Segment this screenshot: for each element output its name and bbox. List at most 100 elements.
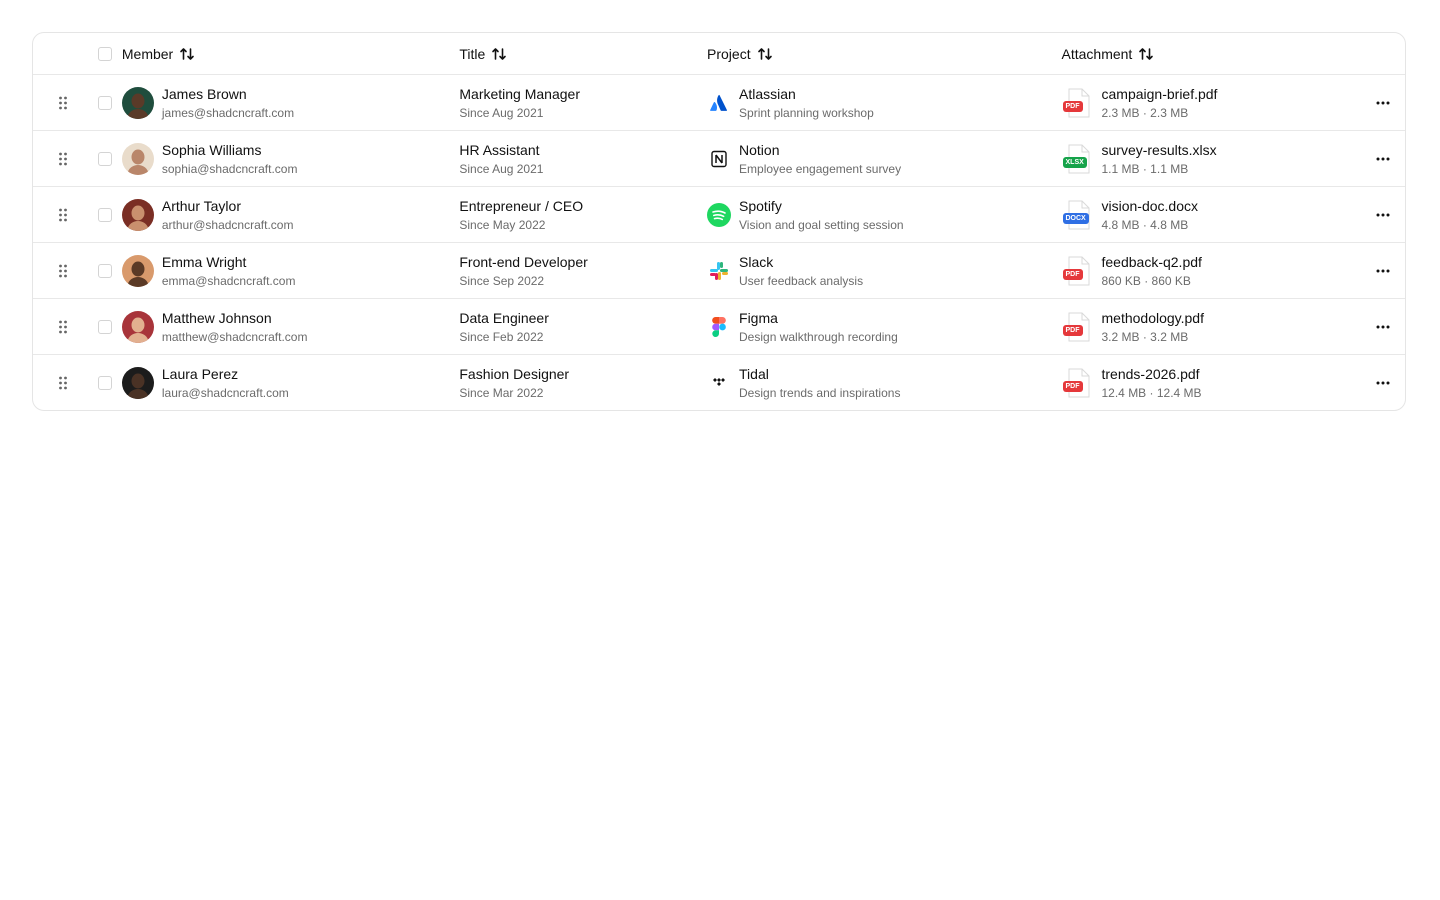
drag-cell <box>33 263 89 279</box>
project-cell: Figma Design walkthrough recording <box>707 309 1061 345</box>
member-cell: Arthur Taylor arthur@shadcncraft.com <box>121 197 460 233</box>
row-checkbox[interactable] <box>97 263 112 278</box>
file-name[interactable]: vision-doc.docx <box>1102 197 1199 215</box>
row-checkbox[interactable] <box>97 375 112 390</box>
member-cell: Matthew Johnson matthew@shadcncraft.com <box>121 309 460 345</box>
project-name: Notion <box>739 141 780 158</box>
job-title: Fashion Designer <box>459 365 570 382</box>
table-row: Arthur Taylor arthur@shadcncraft.com Ent… <box>33 186 1405 242</box>
more-options-icon[interactable] <box>1375 319 1391 335</box>
job-title: Front-end Developer <box>459 253 588 270</box>
file-size: 12.4 MB · 12.4 MB <box>1101 385 1202 400</box>
job-title: Data Engineer <box>459 309 549 326</box>
file-name[interactable]: methodology.pdf <box>1102 309 1204 327</box>
pdf-file-icon: PDF <box>1062 367 1094 399</box>
project-cell: Slack User feedback analysis <box>707 253 1061 289</box>
file-type-badge: PDF <box>1062 100 1083 112</box>
row-select-cell <box>89 375 121 390</box>
project-description: Employee engagement survey <box>739 161 902 176</box>
row-select-cell <box>89 95 121 110</box>
drag-handle-icon[interactable] <box>58 263 68 279</box>
file-size: 3.2 MB · 3.2 MB <box>1101 329 1189 344</box>
attachment-cell: PDF methodology.pdf 3.2 MB · 3.2 MB <box>1062 309 1362 345</box>
project-header-label: Project <box>707 45 751 62</box>
attachment-cell: DOCX vision-doc.docx 4.8 MB · 4.8 MB <box>1062 197 1362 233</box>
title-cell: Fashion Designer Since Mar 2022 <box>459 365 707 401</box>
row-checkbox[interactable] <box>97 207 112 222</box>
project-description: Design trends and inspirations <box>739 385 901 400</box>
member-email: james@shadcncraft.com <box>161 105 295 120</box>
project-cell: Spotify Vision and goal setting session <box>707 197 1061 233</box>
sort-icon[interactable] <box>757 46 773 62</box>
more-options-icon[interactable] <box>1375 375 1391 391</box>
more-options-icon[interactable] <box>1375 95 1391 111</box>
drag-handle-icon[interactable] <box>58 375 68 391</box>
project-name: Slack <box>739 253 774 270</box>
docx-file-icon: DOCX <box>1062 199 1094 231</box>
file-name[interactable]: trends-2026.pdf <box>1102 365 1202 383</box>
table-row: Matthew Johnson matthew@shadcncraft.com … <box>33 298 1405 354</box>
member-name: Arthur Taylor <box>161 197 241 214</box>
row-select-cell <box>89 207 121 222</box>
select-all-checkbox[interactable] <box>97 46 112 61</box>
member-column-header[interactable]: Member <box>121 46 460 62</box>
title-cell: Front-end Developer Since Sep 2022 <box>459 253 707 289</box>
title-cell: Entrepreneur / CEO Since May 2022 <box>459 197 707 233</box>
atlassian-logo-icon <box>707 91 731 115</box>
drag-handle-icon[interactable] <box>58 151 68 167</box>
member-since: Since Feb 2022 <box>459 329 544 344</box>
row-select-cell <box>89 151 121 166</box>
member-cell: Laura Perez laura@shadcncraft.com <box>121 365 460 401</box>
member-name: James Brown <box>161 85 247 102</box>
table-row: Sophia Williams sophia@shadcncraft.com H… <box>33 130 1405 186</box>
member-cell: James Brown james@shadcncraft.com <box>121 85 460 121</box>
more-options-icon[interactable] <box>1375 151 1391 167</box>
title-column-header[interactable]: Title <box>459 46 707 62</box>
title-cell: Marketing Manager Since Aug 2021 <box>459 85 707 121</box>
drag-cell <box>33 207 89 223</box>
attachment-column-header[interactable]: Attachment <box>1062 46 1362 62</box>
member-email: matthew@shadcncraft.com <box>161 329 308 344</box>
row-select-cell <box>89 263 121 278</box>
drag-handle-icon[interactable] <box>58 319 68 335</box>
member-cell: Sophia Williams sophia@shadcncraft.com <box>121 141 460 177</box>
spotify-logo-icon <box>707 202 732 227</box>
file-name[interactable]: feedback-q2.pdf <box>1102 253 1202 271</box>
row-checkbox[interactable] <box>97 95 112 110</box>
member-name: Sophia Williams <box>161 141 262 158</box>
drag-handle-icon[interactable] <box>58 207 68 223</box>
avatar <box>121 86 154 119</box>
drag-handle-icon[interactable] <box>58 95 68 111</box>
more-options-icon[interactable] <box>1375 207 1391 223</box>
pdf-file-icon: PDF <box>1062 255 1094 287</box>
more-options-icon[interactable] <box>1375 263 1391 279</box>
project-description: Design walkthrough recording <box>739 329 898 344</box>
member-cell: Emma Wright emma@shadcncraft.com <box>121 253 460 289</box>
project-column-header[interactable]: Project <box>707 46 1061 62</box>
pdf-file-icon: PDF <box>1062 87 1094 119</box>
attachment-header-label: Attachment <box>1061 45 1133 62</box>
attachment-cell: PDF campaign-brief.pdf 2.3 MB · 2.3 MB <box>1062 85 1362 121</box>
avatar <box>121 142 154 175</box>
table-body: James Brown james@shadcncraft.com Market… <box>33 74 1405 410</box>
drag-cell <box>33 151 89 167</box>
file-size: 1.1 MB · 1.1 MB <box>1101 161 1189 176</box>
sort-icon[interactable] <box>491 46 507 62</box>
sort-icon[interactable] <box>179 46 195 62</box>
row-checkbox[interactable] <box>97 151 112 166</box>
actions-cell <box>1361 95 1405 111</box>
avatar <box>121 254 154 287</box>
member-since: Since May 2022 <box>459 217 546 232</box>
file-name[interactable]: campaign-brief.pdf <box>1102 85 1218 103</box>
title-header-label: Title <box>459 45 486 62</box>
table-header: Member Title Project Attachment <box>33 33 1405 74</box>
file-name[interactable]: survey-results.xlsx <box>1102 141 1217 159</box>
member-since: Since Mar 2022 <box>459 385 544 400</box>
sort-icon[interactable] <box>1138 46 1154 62</box>
select-all-cell <box>89 46 121 61</box>
project-name: Atlassian <box>739 85 796 102</box>
row-checkbox[interactable] <box>97 319 112 334</box>
table-row: Emma Wright emma@shadcncraft.com Front-e… <box>33 242 1405 298</box>
actions-cell <box>1361 263 1405 279</box>
job-title: Entrepreneur / CEO <box>459 197 584 214</box>
